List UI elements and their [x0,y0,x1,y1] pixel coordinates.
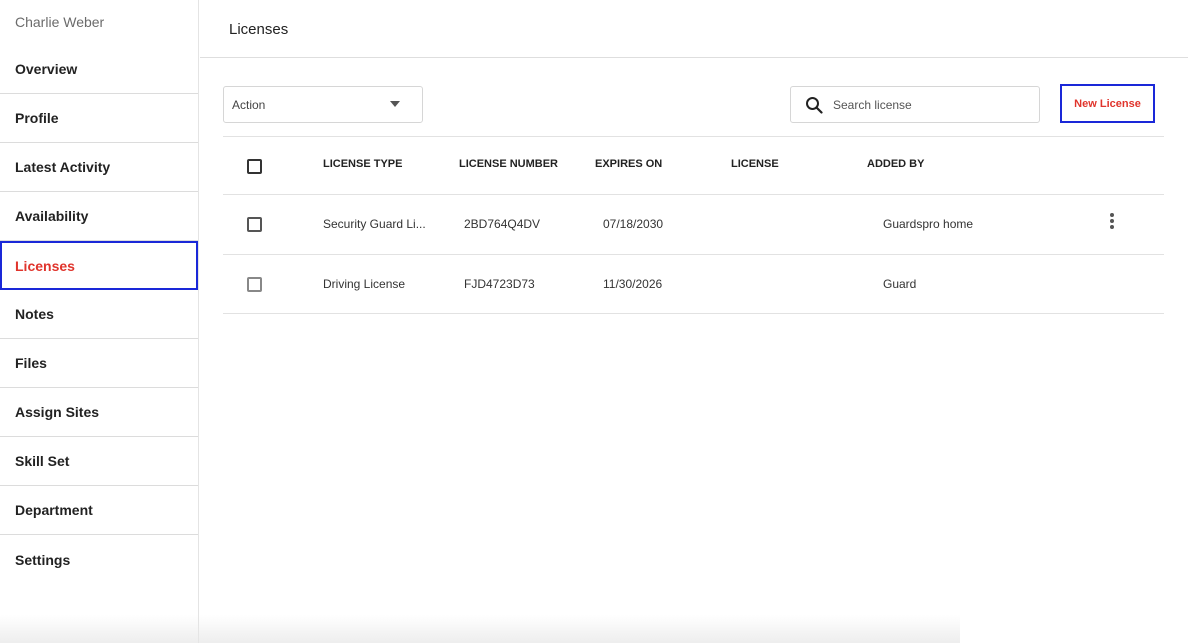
sidebar-item-department[interactable]: Department [0,486,198,535]
sidebar-item-overview[interactable]: Overview [0,45,198,94]
cell-license-type: Driving License [323,277,406,291]
cell-license-number: FJD4723D73 [464,277,535,291]
cell-added-by: Guard [883,277,917,291]
search-input[interactable] [833,93,1033,117]
search-icon [806,97,823,114]
sidebar-item-availability[interactable]: Availability [0,192,198,241]
column-header-license-number[interactable]: LICENSE NUMBER [459,158,558,170]
row-checkbox[interactable] [247,277,262,292]
column-header-license[interactable]: LICENSE [731,158,779,170]
column-header-added-by[interactable]: ADDED BY [867,158,924,170]
column-header-license-type[interactable]: LICENSE TYPE [323,158,402,170]
licenses-table: LICENSE TYPE LICENSE NUMBER EXPIRES ON L… [223,136,1164,314]
sidebar-item-settings[interactable]: Settings [0,535,198,584]
chevron-down-icon [390,101,400,107]
cell-license-type: Security Guard Li... [323,217,426,231]
sidebar: Charlie Weber Overview Profile Latest Ac… [0,0,199,643]
sidebar-item-assign-sites[interactable]: Assign Sites [0,388,198,437]
sidebar-item-licenses[interactable]: Licenses [0,241,198,290]
search-box [790,86,1040,123]
sidebar-item-notes[interactable]: Notes [0,290,198,339]
cell-expires-on: 07/18/2030 [603,217,664,231]
sidebar-item-files[interactable]: Files [0,339,198,388]
new-license-button[interactable]: New License [1060,84,1155,123]
more-vertical-icon[interactable] [1105,211,1119,231]
cell-license-number: 2BD764Q4DV [464,217,541,231]
sidebar-item-skill-set[interactable]: Skill Set [0,437,198,486]
cell-expires-on: 11/30/2026 [603,277,663,291]
row-checkbox[interactable] [247,217,262,232]
sidebar-item-latest-activity[interactable]: Latest Activity [0,143,198,192]
select-all-checkbox[interactable] [247,159,262,174]
action-dropdown-label: Action [232,97,266,112]
sidebar-item-profile[interactable]: Profile [0,94,198,143]
user-name: Charlie Weber [15,14,105,30]
cell-added-by: Guardspro home [883,217,974,231]
action-dropdown[interactable]: Action [223,86,423,123]
table-row[interactable]: Security Guard Li... 2BD764Q4DV 07/18/20… [223,194,1164,254]
sidebar-nav: Overview Profile Latest Activity Availab… [0,45,198,584]
table-row[interactable]: Driving License FJD4723D73 11/30/2026 Gu… [223,254,1164,314]
table-header-row: LICENSE TYPE LICENSE NUMBER EXPIRES ON L… [223,136,1164,194]
column-header-expires-on[interactable]: EXPIRES ON [595,158,662,170]
page-title: Licenses [229,21,289,38]
page-header: Licenses [200,0,1188,58]
